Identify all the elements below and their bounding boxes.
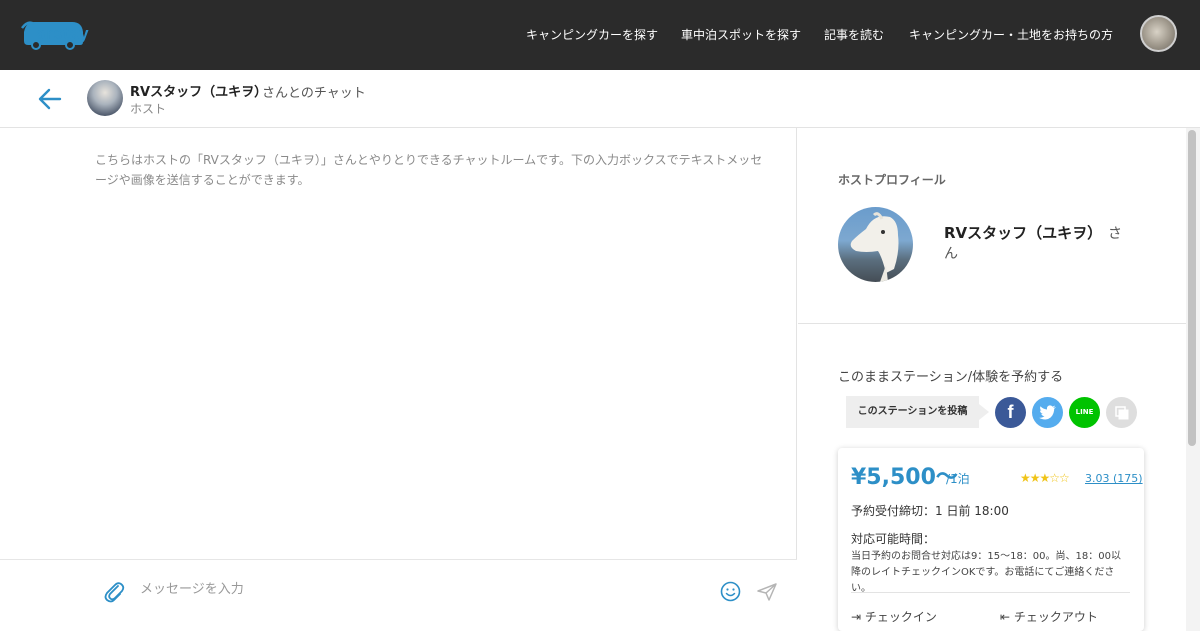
sidebar-divider	[798, 323, 1186, 324]
host-profile-avatar[interactable]	[838, 207, 913, 282]
line-share-button[interactable]: LINE	[1069, 397, 1100, 428]
card-divider	[851, 592, 1130, 593]
twitter-share-button[interactable]	[1032, 397, 1063, 428]
user-avatar[interactable]	[1140, 15, 1177, 52]
copy-icon	[1114, 406, 1128, 420]
copy-link-button[interactable]	[1106, 397, 1137, 428]
price-unit: /1泊	[946, 472, 970, 486]
message-input[interactable]	[140, 574, 700, 604]
booking-deadline: 予約受付締切：1 日前 18:00	[851, 504, 1009, 518]
chat-intro-text: こちらはホストの「RVスタッフ（ユキヲ）」さんとやりとりできるチャットルームです…	[95, 153, 763, 187]
twitter-icon	[1038, 405, 1056, 420]
nav-find-spots[interactable]: 車中泊スポットを探す	[681, 26, 801, 43]
available-hours-label: 対応可能時間：	[851, 532, 936, 546]
checkin-label: チェックイン	[864, 610, 937, 624]
nav-for-owners[interactable]: キャンピングカー・土地をお持ちの方	[909, 26, 1113, 43]
goat-photo-icon	[850, 212, 899, 282]
rating-link[interactable]: 3.03 (175)	[1085, 472, 1143, 485]
host-profile-name: RVスタッフ（ユキヲ）	[944, 224, 1103, 242]
checkout-label: チェックアウト	[1013, 610, 1098, 624]
host-honorific-2: ん	[944, 246, 958, 262]
nav-find-campervan[interactable]: キャンピングカーを探す	[526, 26, 658, 43]
checkin-field[interactable]: ⇥ チェックイン	[851, 608, 937, 625]
line-icon: LINE	[1075, 408, 1094, 416]
chat-host-avatar	[87, 80, 123, 116]
nav-read-articles[interactable]: 記事を読む	[824, 26, 884, 43]
checkout-icon: ⇤	[1000, 610, 1011, 624]
share-station-label: このステーションを投稿	[846, 396, 989, 428]
send-icon[interactable]	[756, 582, 778, 602]
host-profile-title: ホストプロフィール	[838, 173, 946, 187]
emoji-icon[interactable]	[720, 581, 741, 602]
reserve-title: このままステーション/体験を予約する	[838, 370, 1064, 385]
chat-host-name: RVスタッフ（ユキヲ）	[130, 85, 268, 100]
chat-title-suffix: さんとのチャット	[262, 86, 366, 101]
available-hours-text: 当日予約のお問合せ対応は9：15〜18：00。尚、18：00以降のレイトチェック…	[851, 551, 1121, 594]
attach-icon[interactable]	[103, 580, 125, 604]
back-button[interactable]	[36, 86, 64, 112]
logo-text: arstay	[36, 24, 90, 43]
arrow-left-icon	[38, 88, 62, 110]
price: ¥5,500〜	[851, 465, 958, 490]
facebook-icon: f	[1007, 402, 1014, 422]
scrollbar-thumb[interactable]	[1188, 130, 1196, 446]
chat-host-role: ホスト	[130, 102, 167, 116]
facebook-share-button[interactable]: f	[995, 397, 1026, 428]
host-honorific-1: さ	[1108, 226, 1122, 242]
rating-stars: ★★★☆☆	[1020, 471, 1070, 485]
checkin-icon: ⇥	[851, 610, 862, 624]
chat-message-area	[0, 128, 797, 631]
checkout-field[interactable]: ⇤ チェックアウト	[1000, 608, 1098, 625]
